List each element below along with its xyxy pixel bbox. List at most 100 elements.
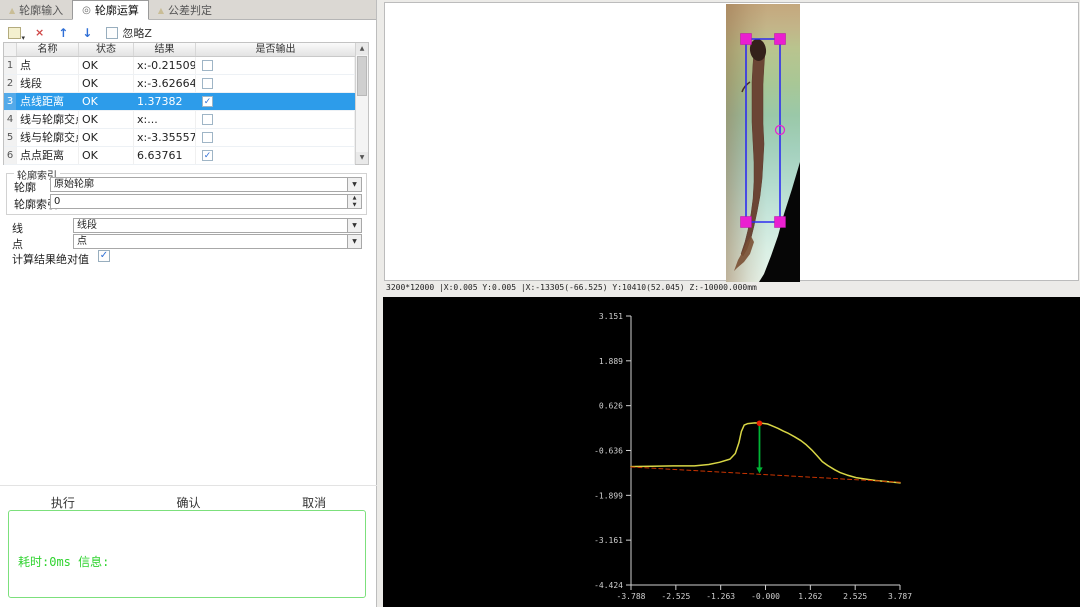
output-checkbox[interactable] <box>202 132 213 143</box>
scroll-up-icon[interactable]: ▲ <box>356 43 368 55</box>
tab-profile-calculation[interactable]: ◎ 轮廓运算 <box>72 0 149 20</box>
output-checkbox[interactable] <box>202 78 213 89</box>
table-row[interactable]: 3点线距离OK1.37382 <box>4 93 355 111</box>
peak-marker-dot <box>757 420 763 426</box>
table-row[interactable]: 4线与轮廓交点OKx:... <box>4 111 355 129</box>
roi-handle-bottom-right[interactable] <box>775 217 786 228</box>
results-table: 名称 状态 结果 是否输出 1点OKx:-0.215098,y...2线段OKx… <box>3 42 369 165</box>
column-header-name[interactable]: 名称 <box>17 43 79 56</box>
result-value: 1.37382 <box>134 93 196 110</box>
profile-index-value: 0 <box>54 196 60 207</box>
output-checkbox[interactable] <box>202 96 213 107</box>
tab-tolerance-judgment[interactable]: ▲ 公差判定 <box>149 0 221 20</box>
scroll-down-icon[interactable]: ▼ <box>356 152 368 164</box>
ignore-z-label: 忽略Z <box>122 25 152 41</box>
chart-axes <box>631 316 900 585</box>
measurement-name: 线与轮廓交点(1) <box>17 129 79 146</box>
status-value: OK <box>79 111 134 128</box>
tab-label: 公差判定 <box>168 2 212 18</box>
table-row[interactable]: 2线段OKx:-3.62664,-1... <box>4 75 355 93</box>
ignore-z-checkbox[interactable] <box>106 27 118 39</box>
point-select[interactable]: 点 ▼ <box>73 234 362 249</box>
status-value: OK <box>79 93 134 110</box>
chevron-down-icon[interactable]: ▼ <box>347 178 361 191</box>
move-up-icon[interactable]: ↑ <box>58 27 68 39</box>
profile-index-stepper[interactable]: 0 ▲▼ <box>50 194 362 209</box>
table-row[interactable]: 1点OKx:-0.215098,y... <box>4 57 355 75</box>
record-circle-icon: ◎ <box>82 5 91 16</box>
output-cell <box>196 129 355 146</box>
x-tick-label: -1.263 <box>706 592 735 601</box>
y-tick-label: -1.899 <box>594 491 623 500</box>
measurement-name: 线与轮廓交点 <box>17 111 79 128</box>
profile-curve <box>631 423 900 483</box>
column-header-status[interactable]: 状态 <box>79 43 134 56</box>
measurement-name: 点 <box>17 57 79 74</box>
profile-chart: 3.1511.8890.626-0.636-1.899-3.161-4.424-… <box>383 297 1080 607</box>
row-number: 2 <box>4 75 17 92</box>
triangle-icon: ▲ <box>158 6 164 15</box>
row-number: 1 <box>4 57 17 74</box>
tab-profile-input[interactable]: ▲ 轮廓输入 <box>0 0 72 20</box>
y-tick-label: 1.889 <box>599 357 623 366</box>
output-checkbox[interactable] <box>202 114 213 125</box>
move-down-icon[interactable]: ↓ <box>82 27 92 39</box>
stepper-arrows[interactable]: ▲▼ <box>347 195 361 208</box>
absolute-value-label: 计算结果绝对值 <box>12 251 89 267</box>
viewer-status-bar: 3200*12000 |X:0.005 Y:0.005 |X:-13305(-6… <box>386 283 1076 295</box>
output-cell <box>196 75 355 92</box>
roi-handle-top-right[interactable] <box>775 34 786 45</box>
result-value: x:-3.35557,y:-... <box>134 129 196 146</box>
result-value: 6.63761 <box>134 147 196 164</box>
tab-label: 轮廓运算 <box>95 2 139 18</box>
delete-item-icon[interactable]: × <box>35 27 44 39</box>
y-tick-label: -4.424 <box>594 581 623 590</box>
line-select-value: 线段 <box>77 220 97 231</box>
profile-select[interactable]: 原始轮廓 ▼ <box>50 177 362 192</box>
column-header-output[interactable]: 是否输出 <box>196 43 355 56</box>
step-down-icon[interactable]: ▼ <box>348 202 361 209</box>
column-header-result[interactable]: 结果 <box>134 43 196 56</box>
output-cell <box>196 93 355 110</box>
scrollbar-thumb[interactable] <box>357 56 367 96</box>
output-checkbox[interactable] <box>202 150 213 161</box>
output-cell <box>196 57 355 74</box>
line-select[interactable]: 线段 ▼ <box>73 218 362 233</box>
chevron-down-icon[interactable]: ▼ <box>347 219 361 232</box>
measure-arrow-head <box>756 467 762 473</box>
result-value: x:-0.215098,y... <box>134 57 196 74</box>
tab-label: 轮廓输入 <box>19 2 63 18</box>
row-number: 6 <box>4 147 17 164</box>
roi-handle-bottom-left[interactable] <box>741 217 752 228</box>
row-number: 3 <box>4 93 17 110</box>
status-value: OK <box>79 75 134 92</box>
roi-handle-top-left[interactable] <box>741 34 752 45</box>
point-select-value: 点 <box>77 236 87 247</box>
output-checkbox[interactable] <box>202 60 213 71</box>
result-value: x:-3.62664,-1... <box>134 75 196 92</box>
profile-chart-panel[interactable]: 3.1511.8890.626-0.636-1.899-3.161-4.424-… <box>383 297 1080 607</box>
image-viewer[interactable] <box>384 2 1079 281</box>
triangle-icon: ▲ <box>9 6 15 15</box>
chevron-down-icon[interactable]: ▼ <box>347 235 361 248</box>
absolute-value-checkbox[interactable] <box>98 250 110 262</box>
y-tick-label: 0.626 <box>599 402 623 411</box>
point-label: 点 <box>12 236 23 252</box>
x-tick-label: 2.525 <box>843 592 867 601</box>
profile-select-value: 原始轮廓 <box>54 179 94 190</box>
status-value: OK <box>79 57 134 74</box>
table-row[interactable]: 5线与轮廓交点(1)OKx:-3.35557,y:-... <box>4 129 355 147</box>
output-cell <box>196 111 355 128</box>
status-value: OK <box>79 147 134 164</box>
profile-label: 轮廓 <box>14 179 36 195</box>
output-cell <box>196 147 355 164</box>
toolbar: × ↑ ↓ 忽略Z <box>8 25 152 40</box>
specimen-image[interactable] <box>726 4 800 282</box>
message-box: 耗时:0ms 信息: <box>8 510 366 598</box>
measurement-name: 点线距离 <box>17 93 79 110</box>
table-row[interactable]: 6点点距离OK6.63761 <box>4 147 355 165</box>
y-tick-label: 3.151 <box>599 312 623 321</box>
baseline-curve <box>631 467 900 482</box>
table-scrollbar[interactable]: ▲ ▼ <box>355 43 368 164</box>
add-item-icon[interactable] <box>8 27 21 39</box>
